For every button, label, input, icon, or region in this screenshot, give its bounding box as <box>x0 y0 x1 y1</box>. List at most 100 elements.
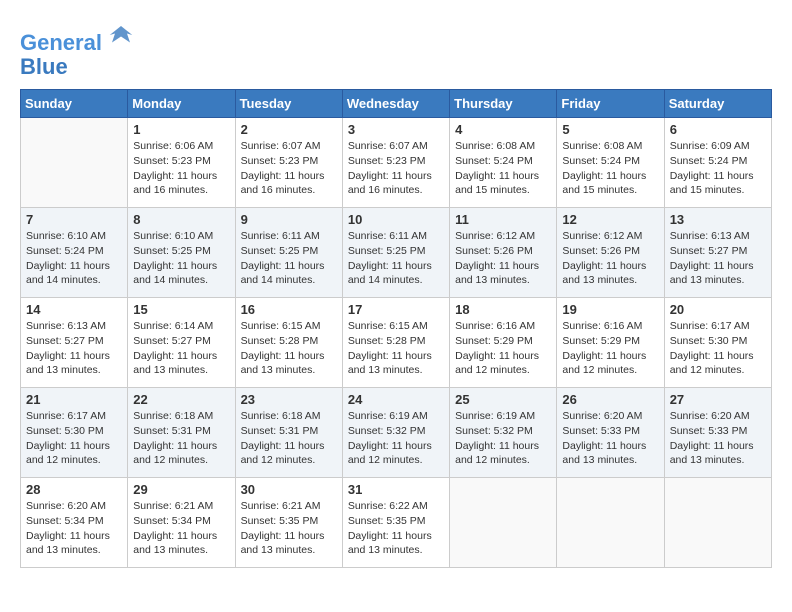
calendar-day-cell: 4 Sunrise: 6:08 AMSunset: 5:24 PMDaylight… <box>450 118 557 208</box>
day-number: 2 <box>241 122 337 137</box>
logo-text: General Blue <box>20 20 136 79</box>
day-info: Sunrise: 6:16 AMSunset: 5:29 PMDaylight:… <box>562 319 658 378</box>
day-number: 14 <box>26 302 122 317</box>
day-number: 21 <box>26 392 122 407</box>
day-number: 6 <box>670 122 766 137</box>
calendar-day-cell: 14 Sunrise: 6:13 AMSunset: 5:27 PMDayligh… <box>21 298 128 388</box>
calendar-day-cell: 11 Sunrise: 6:12 AMSunset: 5:26 PMDayligh… <box>450 208 557 298</box>
day-of-week-header: Wednesday <box>342 90 449 118</box>
calendar-week-row: 14 Sunrise: 6:13 AMSunset: 5:27 PMDayligh… <box>21 298 772 388</box>
logo: General Blue <box>20 20 136 79</box>
calendar-day-cell: 10 Sunrise: 6:11 AMSunset: 5:25 PMDayligh… <box>342 208 449 298</box>
calendar-week-row: 28Sunrise: 6:20 AMSunset: 5:34 PMDayligh… <box>21 478 772 568</box>
day-of-week-header: Thursday <box>450 90 557 118</box>
day-info: Sunrise: 6:19 AMSunset: 5:32 PMDaylight:… <box>348 409 444 468</box>
day-of-week-header: Saturday <box>664 90 771 118</box>
day-number: 15 <box>133 302 229 317</box>
calendar-day-cell: 19 Sunrise: 6:16 AMSunset: 5:29 PMDayligh… <box>557 298 664 388</box>
calendar-day-cell <box>664 478 771 568</box>
calendar-day-cell: 15 Sunrise: 6:14 AMSunset: 5:27 PMDayligh… <box>128 298 235 388</box>
calendar-day-cell: 16 Sunrise: 6:15 AMSunset: 5:28 PMDayligh… <box>235 298 342 388</box>
day-of-week-header: Tuesday <box>235 90 342 118</box>
calendar-day-cell: 3 Sunrise: 6:07 AMSunset: 5:23 PMDaylight… <box>342 118 449 208</box>
calendar-day-cell: 29Sunrise: 6:21 AMSunset: 5:34 PMDayligh… <box>128 478 235 568</box>
day-number: 24 <box>348 392 444 407</box>
day-number: 11 <box>455 212 551 227</box>
day-info: Sunrise: 6:18 AMSunset: 5:31 PMDaylight:… <box>133 409 229 468</box>
calendar-day-cell: 5Sunrise: 6:08 AMSunset: 5:24 PMDaylight… <box>557 118 664 208</box>
calendar-day-cell: 24 Sunrise: 6:19 AMSunset: 5:32 PMDayligh… <box>342 388 449 478</box>
calendar-day-cell: 18 Sunrise: 6:16 AMSunset: 5:29 PMDayligh… <box>450 298 557 388</box>
day-info: Sunrise: 6:11 AMSunset: 5:25 PMDaylight:… <box>348 229 444 288</box>
day-number: 16 <box>241 302 337 317</box>
calendar-day-cell <box>557 478 664 568</box>
day-info: Sunrise: 6:15 AMSunset: 5:28 PMDaylight:… <box>241 319 337 378</box>
day-number: 17 <box>348 302 444 317</box>
day-number: 19 <box>562 302 658 317</box>
day-info: Sunrise: 6:17 AMSunset: 5:30 PMDaylight:… <box>670 319 766 378</box>
calendar-day-cell: 8 Sunrise: 6:10 AMSunset: 5:25 PMDaylight… <box>128 208 235 298</box>
page-header: General Blue <box>20 20 772 79</box>
day-number: 30 <box>241 482 337 497</box>
day-info: Sunrise: 6:20 AMSunset: 5:33 PMDaylight:… <box>670 409 766 468</box>
day-info: Sunrise: 6:15 AMSunset: 5:28 PMDaylight:… <box>348 319 444 378</box>
day-number: 22 <box>133 392 229 407</box>
calendar-day-cell: 20 Sunrise: 6:17 AMSunset: 5:30 PMDayligh… <box>664 298 771 388</box>
day-number: 25 <box>455 392 551 407</box>
calendar-day-cell: 6 Sunrise: 6:09 AMSunset: 5:24 PMDaylight… <box>664 118 771 208</box>
calendar-day-cell <box>450 478 557 568</box>
calendar-day-cell: 27 Sunrise: 6:20 AMSunset: 5:33 PMDayligh… <box>664 388 771 478</box>
calendar-day-cell: 12Sunrise: 6:12 AMSunset: 5:26 PMDayligh… <box>557 208 664 298</box>
day-info: Sunrise: 6:13 AMSunset: 5:27 PMDaylight:… <box>670 229 766 288</box>
day-number: 29 <box>133 482 229 497</box>
day-info: Sunrise: 6:14 AMSunset: 5:27 PMDaylight:… <box>133 319 229 378</box>
day-info: Sunrise: 6:12 AMSunset: 5:26 PMDaylight:… <box>455 229 551 288</box>
day-info: Sunrise: 6:18 AMSunset: 5:31 PMDaylight:… <box>241 409 337 468</box>
day-number: 20 <box>670 302 766 317</box>
day-number: 13 <box>670 212 766 227</box>
day-number: 7 <box>26 212 122 227</box>
day-info: Sunrise: 6:07 AMSunset: 5:23 PMDaylight:… <box>348 139 444 198</box>
day-number: 3 <box>348 122 444 137</box>
calendar-week-row: 21Sunrise: 6:17 AMSunset: 5:30 PMDayligh… <box>21 388 772 478</box>
day-number: 23 <box>241 392 337 407</box>
calendar-day-cell: 7 Sunrise: 6:10 AMSunset: 5:24 PMDaylight… <box>21 208 128 298</box>
day-number: 26 <box>562 392 658 407</box>
calendar-week-row: 7 Sunrise: 6:10 AMSunset: 5:24 PMDaylight… <box>21 208 772 298</box>
calendar-header-row: SundayMondayTuesdayWednesdayThursdayFrid… <box>21 90 772 118</box>
day-number: 8 <box>133 212 229 227</box>
calendar-day-cell: 9Sunrise: 6:11 AMSunset: 5:25 PMDaylight… <box>235 208 342 298</box>
day-number: 12 <box>562 212 658 227</box>
day-info: Sunrise: 6:08 AMSunset: 5:24 PMDaylight:… <box>455 139 551 198</box>
day-info: Sunrise: 6:19 AMSunset: 5:32 PMDaylight:… <box>455 409 551 468</box>
day-number: 31 <box>348 482 444 497</box>
calendar-day-cell: 21Sunrise: 6:17 AMSunset: 5:30 PMDayligh… <box>21 388 128 478</box>
day-number: 10 <box>348 212 444 227</box>
day-number: 4 <box>455 122 551 137</box>
calendar-day-cell: 30Sunrise: 6:21 AMSunset: 5:35 PMDayligh… <box>235 478 342 568</box>
day-number: 27 <box>670 392 766 407</box>
logo-bird-icon <box>106 20 136 50</box>
calendar-body: 1Sunrise: 6:06 AMSunset: 5:23 PMDaylight… <box>21 118 772 568</box>
day-number: 18 <box>455 302 551 317</box>
day-info: Sunrise: 6:22 AMSunset: 5:35 PMDaylight:… <box>348 499 444 558</box>
day-info: Sunrise: 6:11 AMSunset: 5:25 PMDaylight:… <box>241 229 337 288</box>
day-info: Sunrise: 6:10 AMSunset: 5:24 PMDaylight:… <box>26 229 122 288</box>
calendar-day-cell: 31 Sunrise: 6:22 AMSunset: 5:35 PMDayligh… <box>342 478 449 568</box>
day-info: Sunrise: 6:08 AMSunset: 5:24 PMDaylight:… <box>562 139 658 198</box>
day-info: Sunrise: 6:10 AMSunset: 5:25 PMDaylight:… <box>133 229 229 288</box>
day-number: 1 <box>133 122 229 137</box>
day-info: Sunrise: 6:09 AMSunset: 5:24 PMDaylight:… <box>670 139 766 198</box>
day-info: Sunrise: 6:07 AMSunset: 5:23 PMDaylight:… <box>241 139 337 198</box>
calendar-day-cell: 1Sunrise: 6:06 AMSunset: 5:23 PMDaylight… <box>128 118 235 208</box>
day-number: 28 <box>26 482 122 497</box>
calendar-day-cell: 26 Sunrise: 6:20 AMSunset: 5:33 PMDayligh… <box>557 388 664 478</box>
day-info: Sunrise: 6:20 AMSunset: 5:33 PMDaylight:… <box>562 409 658 468</box>
calendar-day-cell: 17 Sunrise: 6:15 AMSunset: 5:28 PMDayligh… <box>342 298 449 388</box>
calendar-day-cell <box>21 118 128 208</box>
day-of-week-header: Sunday <box>21 90 128 118</box>
calendar-day-cell: 22 Sunrise: 6:18 AMSunset: 5:31 PMDayligh… <box>128 388 235 478</box>
day-info: Sunrise: 6:13 AMSunset: 5:27 PMDaylight:… <box>26 319 122 378</box>
day-info: Sunrise: 6:16 AMSunset: 5:29 PMDaylight:… <box>455 319 551 378</box>
calendar-day-cell: 28Sunrise: 6:20 AMSunset: 5:34 PMDayligh… <box>21 478 128 568</box>
